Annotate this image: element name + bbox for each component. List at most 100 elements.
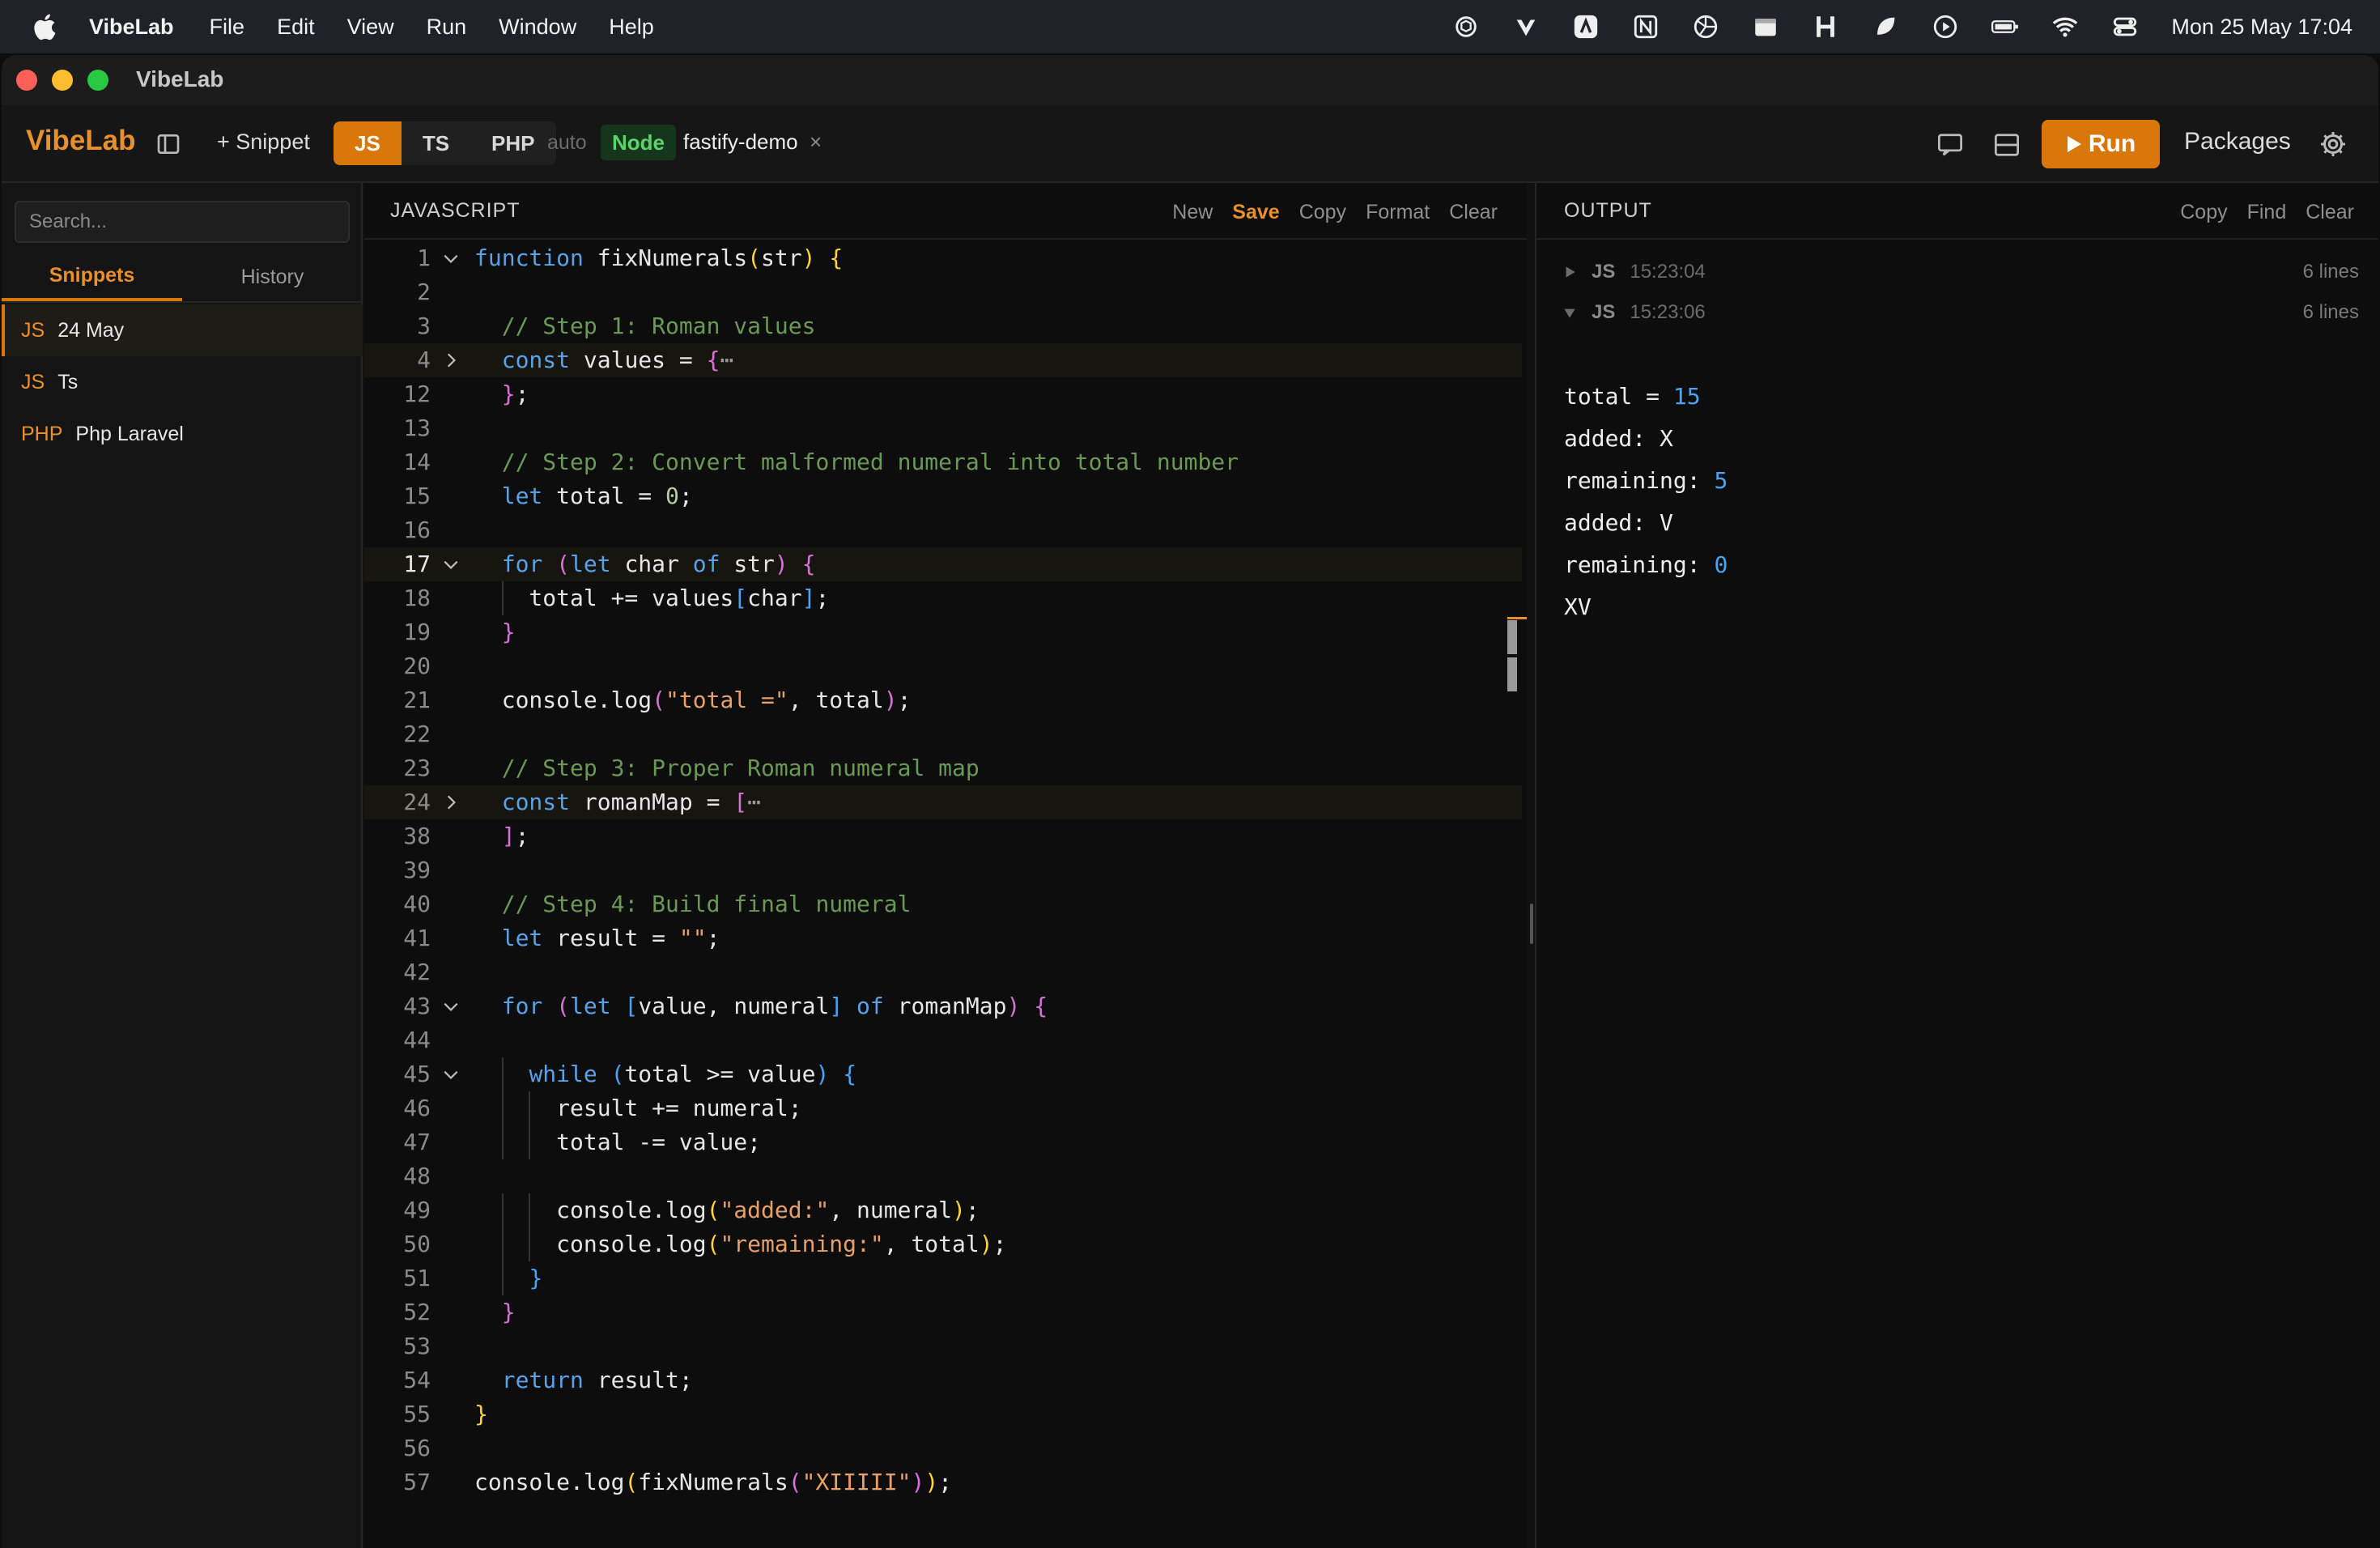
code-line[interactable]: 56 [364,1431,1522,1465]
battery-icon[interactable] [1991,13,2019,40]
line-number[interactable]: 22 [364,717,431,751]
line-number[interactable]: 43 [364,989,431,1023]
menu-view[interactable]: View [347,15,394,40]
scrollbar-marker[interactable] [1507,657,1517,691]
code-line[interactable]: 23 // Step 3: Proper Roman numeral map [364,751,1522,785]
code-line[interactable]: 50 console.log("remaining:", total); [364,1227,1522,1261]
h-icon[interactable] [1812,13,1839,40]
output-clear-button[interactable]: Clear [2306,201,2354,224]
pane-splitter-handle[interactable] [1530,904,1533,944]
code-line[interactable]: 14 // Step 2: Convert malformed numeral … [364,445,1522,479]
line-number[interactable]: 52 [364,1295,431,1329]
snippet-item[interactable]: PHP Php Laravel [2,408,363,460]
code-line[interactable]: 16 [364,513,1522,547]
line-number[interactable]: 50 [364,1227,431,1261]
code-line[interactable]: 53 [364,1329,1522,1363]
fold-chevron-right-icon[interactable] [442,793,460,811]
line-number[interactable]: 40 [364,887,431,921]
code-line[interactable]: 54 return result; [364,1363,1522,1397]
code-line[interactable]: 43 for (let [value, numeral] of romanMap… [364,989,1522,1023]
snippet-item[interactable]: JS Ts [2,356,363,408]
line-number[interactable]: 21 [364,683,431,717]
line-number[interactable]: 19 [364,615,431,649]
line-number[interactable]: 39 [364,853,431,887]
menu-file[interactable]: File [210,15,245,40]
tab-snippets[interactable]: Snippets [2,253,182,301]
project-name[interactable]: fastify-demo [683,130,798,155]
line-number[interactable]: 53 [364,1329,431,1363]
control-center-icon[interactable] [2111,13,2139,40]
fold-chevron-down-icon[interactable] [442,997,460,1015]
window-zoom-button[interactable] [87,70,108,91]
code-line[interactable]: 19 } [364,615,1522,649]
line-number[interactable]: 23 [364,751,431,785]
menu-help[interactable]: Help [609,15,654,40]
code-line[interactable]: 42 [364,955,1522,989]
line-number[interactable]: 24 [364,785,431,819]
code-line[interactable]: 4 const values = {⋯ [364,343,1522,377]
lang-tab-js[interactable]: JS [334,121,402,165]
apple-icon[interactable] [31,11,62,42]
fold-chevron-down-icon[interactable] [442,1065,460,1083]
line-number[interactable]: 15 [364,479,431,513]
fold-chevron-right-icon[interactable] [442,351,460,369]
code-line[interactable]: 3 // Step 1: Roman values [364,309,1522,343]
app-a-icon[interactable] [1572,13,1600,40]
run-entry-expanded[interactable]: JS 15:23:06 6 lines [1536,293,2378,332]
scrollbar-marker[interactable] [1507,620,1517,654]
window-close-button[interactable] [16,70,37,91]
output-copy-button[interactable]: Copy [2180,201,2227,224]
layout-split-icon[interactable] [1993,133,2021,157]
menu-run[interactable]: Run [427,15,467,40]
line-number[interactable]: 18 [364,581,431,615]
line-number[interactable]: 57 [364,1465,431,1499]
code-line[interactable]: 24 const romanMap = [⋯ [364,785,1522,819]
lang-tab-php[interactable]: PHP [470,121,555,165]
openai-icon[interactable] [1452,13,1480,40]
line-number[interactable]: 48 [364,1159,431,1193]
line-number[interactable]: 55 [364,1397,431,1431]
window-minimize-button[interactable] [52,70,73,91]
line-number[interactable]: 42 [364,955,431,989]
wifi-icon[interactable] [2051,13,2079,40]
editor-clear-button[interactable]: Clear [1449,201,1498,224]
code-line[interactable]: 17 for (let char of str) { [364,547,1522,581]
output-find-button[interactable]: Find [2247,201,2287,224]
code-line[interactable]: 48 [364,1159,1522,1193]
new-snippet-button[interactable]: + Snippet [217,130,310,155]
mode-label[interactable]: auto [547,131,587,155]
runtime-badge[interactable]: Node [601,125,676,160]
code-line[interactable]: 21 console.log("total =", total); [364,683,1522,717]
line-number[interactable]: 46 [364,1091,431,1125]
line-number[interactable]: 3 [364,309,431,343]
code-line[interactable]: 51 } [364,1261,1522,1295]
line-number[interactable]: 54 [364,1363,431,1397]
line-number[interactable]: 12 [364,377,431,411]
code-line[interactable]: 38 ]; [364,819,1522,853]
run-entry-collapsed[interactable]: JS 15:23:04 6 lines [1536,253,2378,291]
code-line[interactable]: 46 result += numeral; [364,1091,1522,1125]
editor-save-button[interactable]: Save [1232,201,1279,224]
code-area[interactable]: 1 function fixNumerals(str) {2 3 // Step 1… [364,241,1522,1499]
code-line[interactable]: 18 total += values[char]; [364,581,1522,615]
search-input[interactable] [15,201,350,243]
code-line[interactable]: 12 }; [364,377,1522,411]
packages-button[interactable]: Packages [2184,128,2291,155]
line-number[interactable]: 2 [364,275,431,309]
code-line[interactable]: 40 // Step 4: Build final numeral [364,887,1522,921]
line-number[interactable]: 49 [364,1193,431,1227]
code-line[interactable]: 52 } [364,1295,1522,1329]
fold-chevron-down-icon[interactable] [442,555,460,573]
line-number[interactable]: 1 [364,241,431,275]
editor-format-button[interactable]: Format [1366,201,1430,224]
tab-history[interactable]: History [182,253,363,301]
aperture-icon[interactable] [1692,13,1719,40]
line-number[interactable]: 13 [364,411,431,445]
project-close-button[interactable]: × [810,130,822,155]
sidebar-toggle-icon[interactable] [155,131,181,157]
menu-window[interactable]: Window [499,15,576,40]
line-number[interactable]: 38 [364,819,431,853]
leaf-icon[interactable] [1872,13,1899,40]
line-number[interactable]: 44 [364,1023,431,1057]
line-number[interactable]: 56 [364,1431,431,1465]
